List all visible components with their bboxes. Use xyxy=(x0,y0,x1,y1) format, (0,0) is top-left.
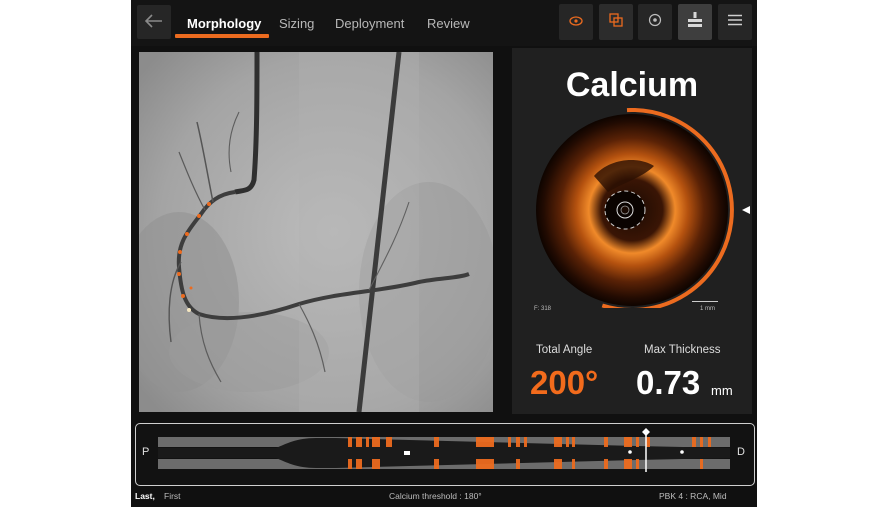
proximal-label: P xyxy=(142,446,150,458)
calcium-title: Calcium xyxy=(565,66,699,104)
max-thickness-unit: mm xyxy=(711,383,733,398)
tab-review-label: Review xyxy=(427,15,470,31)
tab-morphology-label: Morphology xyxy=(187,15,262,31)
total-angle-label: Total Angle xyxy=(536,344,593,356)
frame-cursor-handle-icon[interactable] xyxy=(642,428,650,436)
total-angle-value: 200° xyxy=(530,364,599,401)
distal-label: D xyxy=(737,446,745,458)
menu-button[interactable] xyxy=(718,4,752,40)
pullback-location: PBK 4 : RCA, Mid xyxy=(659,491,727,501)
reference-dot xyxy=(680,450,684,454)
back-button[interactable] xyxy=(137,5,171,39)
max-thickness-label: Max Thickness xyxy=(644,344,721,356)
menu-icon xyxy=(727,13,743,31)
reference-dot xyxy=(628,450,632,454)
tab-sizing-label: Sizing xyxy=(279,15,315,31)
tab-review[interactable]: Review xyxy=(427,0,487,46)
stent-icon xyxy=(686,11,704,34)
tab-bar: Morphology Sizing Deployment Review xyxy=(175,0,487,46)
layers-button[interactable] xyxy=(599,4,633,40)
layers-icon xyxy=(609,12,623,32)
scale-label: 1 mm xyxy=(700,306,715,312)
pullback-strip xyxy=(158,428,730,472)
scale-bar xyxy=(692,301,718,302)
max-thickness-value: 0.73 xyxy=(636,364,701,401)
patient-first-name: First xyxy=(164,491,181,501)
tab-sizing[interactable]: Sizing xyxy=(279,0,335,46)
calcium-panel: Calcium F: 318 1 mm Total Angle Max Thic… xyxy=(512,48,752,414)
frame-label: F: 318 xyxy=(534,306,552,312)
arc-marker-icon[interactable] xyxy=(742,206,750,214)
oct-cross-section[interactable] xyxy=(512,108,752,308)
active-tab-indicator xyxy=(175,34,269,38)
longitudinal-view[interactable]: P D xyxy=(135,423,755,486)
eye-icon xyxy=(569,13,583,31)
eye-button[interactable] xyxy=(559,4,593,40)
back-arrow-icon xyxy=(144,12,163,33)
calcium-threshold: Calcium threshold : 180° xyxy=(389,491,482,501)
tab-morphology[interactable]: Morphology xyxy=(175,0,279,46)
app-window: Morphology Sizing Deployment Review Calc… xyxy=(131,0,757,507)
angiogram-image xyxy=(139,52,493,412)
top-bar: Morphology Sizing Deployment Review xyxy=(131,0,757,46)
patient-last-name: Last, xyxy=(135,491,155,501)
target-icon xyxy=(648,13,662,32)
stent-button[interactable] xyxy=(678,4,712,40)
angiogram-view[interactable] xyxy=(139,52,493,412)
reference-marker xyxy=(404,451,410,455)
tab-deployment[interactable]: Deployment xyxy=(335,0,427,46)
target-button[interactable] xyxy=(638,4,672,40)
tab-deployment-label: Deployment xyxy=(335,15,405,31)
